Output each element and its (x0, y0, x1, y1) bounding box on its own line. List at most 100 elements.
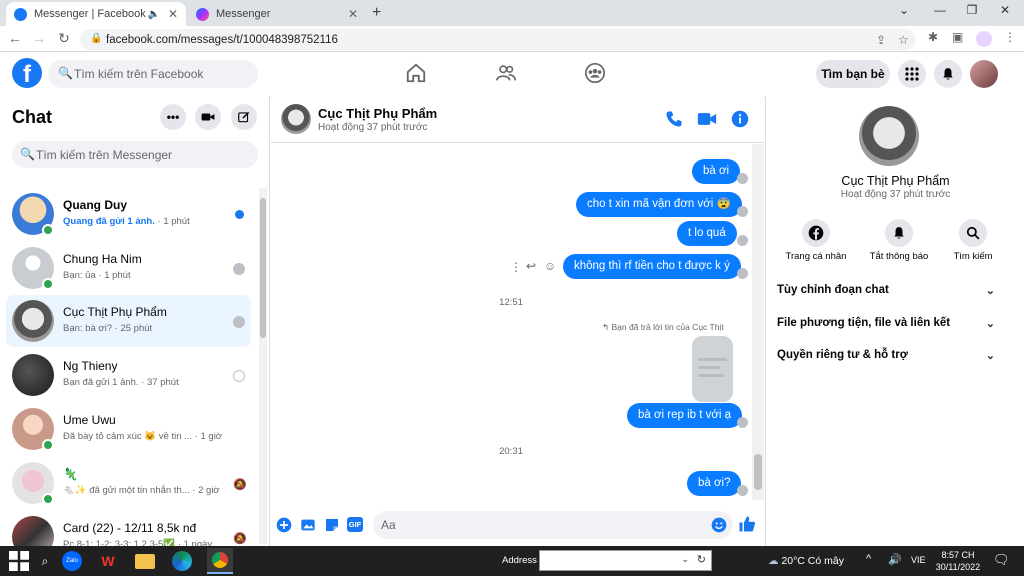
avatar[interactable] (859, 106, 919, 166)
search-action[interactable]: Tìm kiếm (938, 219, 1008, 262)
profile-action[interactable]: Trang cá nhân (781, 219, 851, 262)
seen-check-icon (737, 206, 748, 217)
scrollbar-thumb[interactable] (754, 454, 762, 490)
notifications-bell-icon[interactable] (934, 60, 962, 88)
tab-search-icon[interactable]: ⌄ (889, 3, 919, 17)
gif-icon[interactable]: GIF (347, 517, 363, 532)
like-thumb-icon[interactable] (738, 515, 756, 533)
reply-icon[interactable]: ↩ (526, 259, 536, 273)
chat-name: Ng Thieny (63, 359, 118, 373)
search-icon[interactable]: ⌕ (35, 551, 55, 571)
message-bubble[interactable]: cho t xin mã vận đơn với 😨 (576, 192, 742, 217)
file-explorer-icon[interactable] (135, 554, 155, 569)
message-input[interactable]: Aa (373, 511, 733, 539)
close-tab-icon[interactable]: ✕ (168, 7, 178, 21)
scrollbar-thumb[interactable] (260, 198, 266, 338)
chat-name: Chung Ha Nim (63, 252, 142, 266)
chat-preview: Quang đã gửi 1 ảnh. · 1 phút (63, 216, 190, 227)
chat-list-scrollbar[interactable] (259, 188, 267, 544)
menu-icon[interactable]: ⋮ (1004, 30, 1016, 44)
wps-office-icon[interactable]: W (98, 551, 118, 571)
chat-item-cuc-thit-phu-pham[interactable]: Cục Thịt Phụ Phẩm Bạn: bà ơi? · 25 phút (6, 295, 251, 347)
reload-icon[interactable]: ↻ (55, 30, 73, 47)
react-icon[interactable]: ☺ (544, 259, 556, 273)
message-bubble[interactable]: bà ơi (692, 159, 741, 184)
video-call-icon[interactable] (697, 110, 717, 128)
chat-item-lizard[interactable]: 🦎 🐁✨ đã gửi một tin nhắn th... · 2 giờ 🔕 (6, 457, 251, 509)
side-panel-icon[interactable]: ▣ (952, 30, 963, 44)
chat-item-quang-duy[interactable]: Quang Duy Quang đã gửi 1 ảnh. · 1 phút (6, 188, 251, 240)
speaker-icon[interactable]: 🔈 (148, 9, 160, 20)
notification-center-icon[interactable]: 🗨 (993, 552, 1010, 568)
plus-circle-icon[interactable] (276, 517, 292, 533)
conversation-name[interactable]: Cục Thịt Phụ Phẩm (318, 106, 437, 121)
message-bubble[interactable]: t lo quá (677, 221, 737, 246)
seen-check-icon (737, 268, 748, 279)
volume-icon[interactable]: 🔊 (888, 553, 902, 566)
menu-grid-icon[interactable] (898, 60, 926, 88)
restore-icon[interactable]: ❐ (957, 3, 987, 17)
close-tab-icon[interactable]: ✕ (348, 7, 358, 21)
friends-icon[interactable] (495, 62, 517, 84)
chrome-taskbar-button[interactable] (207, 548, 233, 574)
mute-action[interactable]: Tắt thông báo (864, 219, 934, 262)
clock[interactable]: 8:57 CH 30/11/2022 (930, 549, 986, 573)
messenger-search-input[interactable]: 🔍 Tìm kiếm trên Messenger (12, 141, 258, 168)
url-field[interactable]: 🔒 facebook.com/messages/t/10004839875211… (80, 29, 916, 50)
go-icon[interactable]: ↻ (697, 553, 706, 566)
message-bubble[interactable]: bà ơi? (687, 471, 742, 496)
zalo-app-icon[interactable]: Zalo (62, 551, 82, 571)
video-room-icon[interactable] (195, 104, 221, 130)
section-media-files[interactable]: File phương tiện, file và liên kết ⌄ (777, 317, 995, 330)
chat-item-card-group[interactable]: Card (22) - 12/11 8,5k nđ Pc 8-1; 1-2; 3… (6, 511, 251, 547)
tray-chevron-icon[interactable]: ^ (866, 553, 871, 565)
bookmark-star-icon[interactable]: ☆ (898, 33, 909, 47)
account-avatar[interactable] (970, 60, 998, 88)
image-message[interactable] (692, 336, 733, 402)
emoji-icon[interactable] (711, 517, 727, 533)
message-bubble[interactable]: không thì rf tiền cho t được k ý (563, 254, 741, 279)
edge-browser-icon[interactable] (172, 551, 192, 571)
conversation-scrollbar[interactable] (752, 144, 764, 500)
close-window-icon[interactable]: ✕ (990, 3, 1020, 17)
profile-icon[interactable] (976, 31, 992, 47)
extensions-icon[interactable]: ✱ (928, 30, 938, 44)
chrome-icon (212, 552, 228, 568)
facebook-logo-icon[interactable]: f (12, 58, 42, 88)
minimize-icon[interactable]: — (925, 3, 955, 17)
message-bubble[interactable]: bà ơi rep ib t với ạ (627, 403, 743, 428)
photo-attach-icon[interactable] (300, 517, 316, 533)
section-customize-chat[interactable]: Tùy chỉnh đoạn chat ⌄ (777, 284, 995, 297)
chat-item-ng-thieny[interactable]: Ng Thieny Bạn đã gửi 1 ảnh. · 37 phút (6, 349, 251, 401)
address-toolbar-input[interactable]: ⌄ ↻ (539, 550, 712, 571)
weather-widget[interactable]: ☁ 20°C Có mây (768, 555, 844, 567)
browser-tab-bar: Messenger | Facebook 🔈 ✕ Messenger ✕ + ⌄… (0, 0, 1024, 26)
more-options-icon[interactable]: ••• (160, 104, 186, 130)
online-indicator (42, 439, 54, 451)
language-indicator[interactable]: VIE (911, 555, 926, 565)
more-actions-icon[interactable]: ⋮ (510, 260, 522, 274)
windows-start-icon[interactable] (9, 551, 29, 571)
section-privacy-support[interactable]: Quyền riêng tư & hỗ trợ ⌄ (777, 349, 995, 362)
forward-icon[interactable]: → (30, 30, 48, 46)
seen-check-icon (737, 173, 748, 184)
facebook-search-input[interactable]: 🔍 Tìm kiếm trên Facebook (48, 60, 258, 88)
back-icon[interactable]: ← (6, 30, 24, 46)
new-message-icon[interactable] (231, 104, 257, 130)
search-placeholder: Tìm kiếm trên Messenger (36, 147, 173, 162)
dropdown-arrow-icon[interactable]: ⌄ (681, 554, 689, 565)
chat-item-ume-uwu[interactable]: Ume Uwu Đã bày tỏ cảm xúc 😺 về tin ... ·… (6, 403, 251, 455)
chat-item-chung-ha-nim[interactable]: Chung Ha Nim Bạn: ủa · 1 phút (6, 242, 251, 294)
timestamp: 12:51 (499, 297, 523, 308)
find-friends-button[interactable]: Tìm bạn bè (816, 60, 890, 88)
share-icon[interactable]: ⇪ (876, 33, 886, 47)
new-tab-icon[interactable]: + (372, 4, 381, 22)
tab-messenger[interactable]: Messenger ✕ (188, 2, 366, 26)
avatar[interactable] (281, 104, 311, 134)
groups-icon[interactable] (584, 62, 606, 84)
sticker-icon[interactable] (324, 517, 340, 533)
conversation-info-icon[interactable] (731, 110, 749, 128)
tab-messenger-facebook[interactable]: Messenger | Facebook 🔈 ✕ (6, 2, 186, 26)
phone-call-icon[interactable] (665, 110, 683, 128)
home-icon[interactable] (405, 62, 427, 84)
